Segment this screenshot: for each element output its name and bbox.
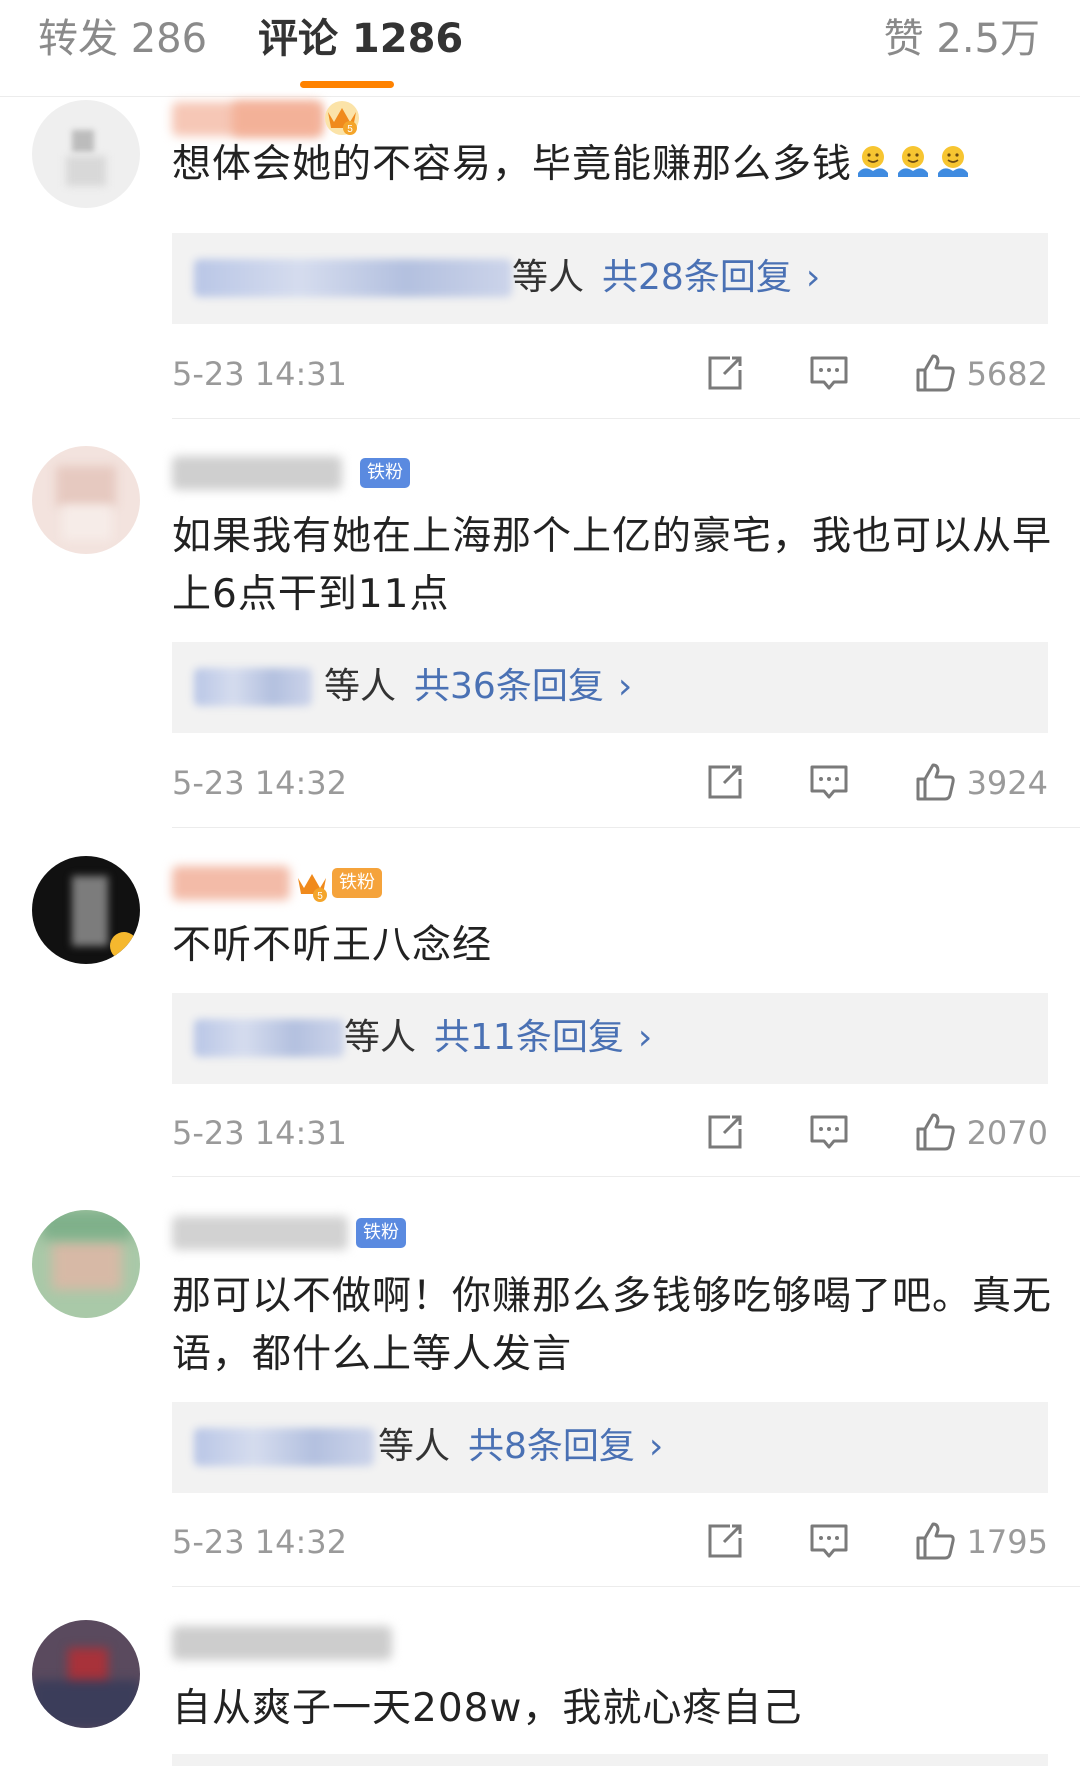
avatar[interactable] <box>32 446 140 554</box>
chevron-right-icon: › <box>637 1017 653 1058</box>
comment-icon <box>810 1524 848 1558</box>
svg-text:5: 5 <box>317 891 323 902</box>
comment-icon <box>810 356 848 390</box>
reply-button[interactable] <box>806 1109 852 1155</box>
tab-comment[interactable]: 评论 1286 <box>258 12 463 66</box>
like-count: 3924 <box>966 764 1048 802</box>
tab-repost[interactable]: 转发 286 <box>38 12 207 66</box>
hug-emoji-icon <box>898 146 929 177</box>
comment-meta: 5-23 14:32 1795 <box>172 1514 1080 1570</box>
username[interactable]: 5 铁粉 <box>172 860 432 906</box>
repost-button[interactable] <box>702 759 748 805</box>
comment-tab-bar: 转发 286 评论 1286 赞 2.5万 <box>0 0 1080 97</box>
reply-summary[interactable]: 等人 共11条回复 › <box>172 993 1048 1084</box>
blurred-reply-names <box>194 1428 374 1466</box>
comment-time: 5-23 14:31 <box>172 1114 348 1152</box>
reply-who: 等人 <box>512 257 585 298</box>
reply-count-link[interactable]: 共36条回复 <box>414 666 604 707</box>
comment-text: 自从爽子一天208w，我就心疼自己 <box>172 1686 803 1731</box>
like-button[interactable] <box>912 1518 958 1564</box>
comment-text: 那可以不做啊！你赚那么多钱够吃够喝了吧。真无语，都什么上等人发言 <box>172 1274 1053 1377</box>
chevron-right-icon: › <box>805 257 821 298</box>
fan-badge: 铁粉 <box>356 1218 406 1248</box>
vip-crown-icon: 5 <box>298 874 327 902</box>
comment-meta: 5-23 14:31 2070 <box>172 1105 1080 1161</box>
repost-icon <box>708 765 742 799</box>
repost-button[interactable] <box>702 350 748 396</box>
reply-summary[interactable]: 等人 共36条回复 › <box>172 642 1048 733</box>
repost-icon <box>708 1115 742 1149</box>
thumbs-up-icon <box>916 354 955 392</box>
comment-time: 5-23 14:31 <box>172 355 348 393</box>
like-button[interactable] <box>912 1109 958 1155</box>
chevron-right-icon: › <box>617 666 633 707</box>
username[interactable]: 铁粉 <box>172 450 432 496</box>
divider <box>172 418 1080 419</box>
like-count: 2070 <box>966 1114 1048 1152</box>
svg-text:5: 5 <box>347 124 353 135</box>
divider <box>172 827 1080 828</box>
comment-meta: 5-23 14:31 5682 <box>172 346 1080 402</box>
avatar[interactable] <box>32 100 140 208</box>
reply-count-link[interactable]: 共11条回复 <box>434 1017 624 1058</box>
blurred-reply-names <box>194 1019 344 1057</box>
vip-crown-icon: 5 <box>325 101 359 135</box>
reply-summary[interactable] <box>172 1754 1048 1766</box>
thumbs-up-icon <box>916 1113 955 1151</box>
comment-time: 5-23 14:32 <box>172 764 348 802</box>
comment-text: 不听不听王八念经 <box>172 923 493 968</box>
blurred-reply-names <box>194 668 312 706</box>
reply-who: 等人 <box>344 1017 417 1058</box>
comment-icon <box>810 1115 848 1149</box>
comment-text: 想体会她的不容易，毕竟能赚那么多钱 <box>172 136 1052 194</box>
like-button[interactable] <box>912 759 958 805</box>
reply-count-link[interactable]: 共28条回复 <box>602 257 792 298</box>
comment-icon <box>810 765 848 799</box>
comment-meta: 5-23 14:32 3924 <box>172 755 1080 811</box>
like-count: 1795 <box>966 1523 1048 1561</box>
divider <box>172 1586 1080 1587</box>
reply-summary[interactable]: 等人 共28条回复 › <box>172 233 1048 324</box>
repost-button[interactable] <box>702 1518 748 1564</box>
like-button[interactable] <box>912 350 958 396</box>
reply-who: 等人 <box>324 666 397 707</box>
username[interactable]: 铁粉 <box>172 1210 432 1256</box>
tab-like[interactable]: 赞 2.5万 <box>884 12 1040 66</box>
fan-badge: 铁粉 <box>332 868 382 898</box>
reply-summary[interactable]: 等人 共8条回复 › <box>172 1402 1048 1493</box>
reply-who: 等人 <box>378 1426 451 1467</box>
avatar[interactable] <box>32 1620 140 1728</box>
chevron-right-icon: › <box>648 1426 664 1467</box>
reply-count-link[interactable]: 共8条回复 <box>468 1426 635 1467</box>
thumbs-up-icon <box>916 1522 955 1560</box>
hug-emoji-icon <box>938 146 969 177</box>
active-tab-indicator <box>300 81 394 88</box>
repost-icon <box>708 356 742 390</box>
like-count: 5682 <box>966 355 1048 393</box>
avatar[interactable] <box>32 856 140 964</box>
blurred-reply-names <box>194 259 512 297</box>
repost-icon <box>708 1524 742 1558</box>
reply-button[interactable] <box>806 759 852 805</box>
fan-badge: 铁粉 <box>360 458 410 488</box>
username[interactable] <box>172 1620 432 1666</box>
repost-button[interactable] <box>702 1109 748 1155</box>
thumbs-up-icon <box>916 763 955 801</box>
hug-emoji-icon <box>858 146 889 177</box>
divider <box>172 1176 1080 1177</box>
reply-button[interactable] <box>806 1518 852 1564</box>
reply-button[interactable] <box>806 350 852 396</box>
avatar[interactable] <box>32 1210 140 1318</box>
comment-time: 5-23 14:32 <box>172 1523 348 1561</box>
comment-text: 如果我有她在上海那个上亿的豪宅，我也可以从早上6点干到11点 <box>172 514 1053 617</box>
